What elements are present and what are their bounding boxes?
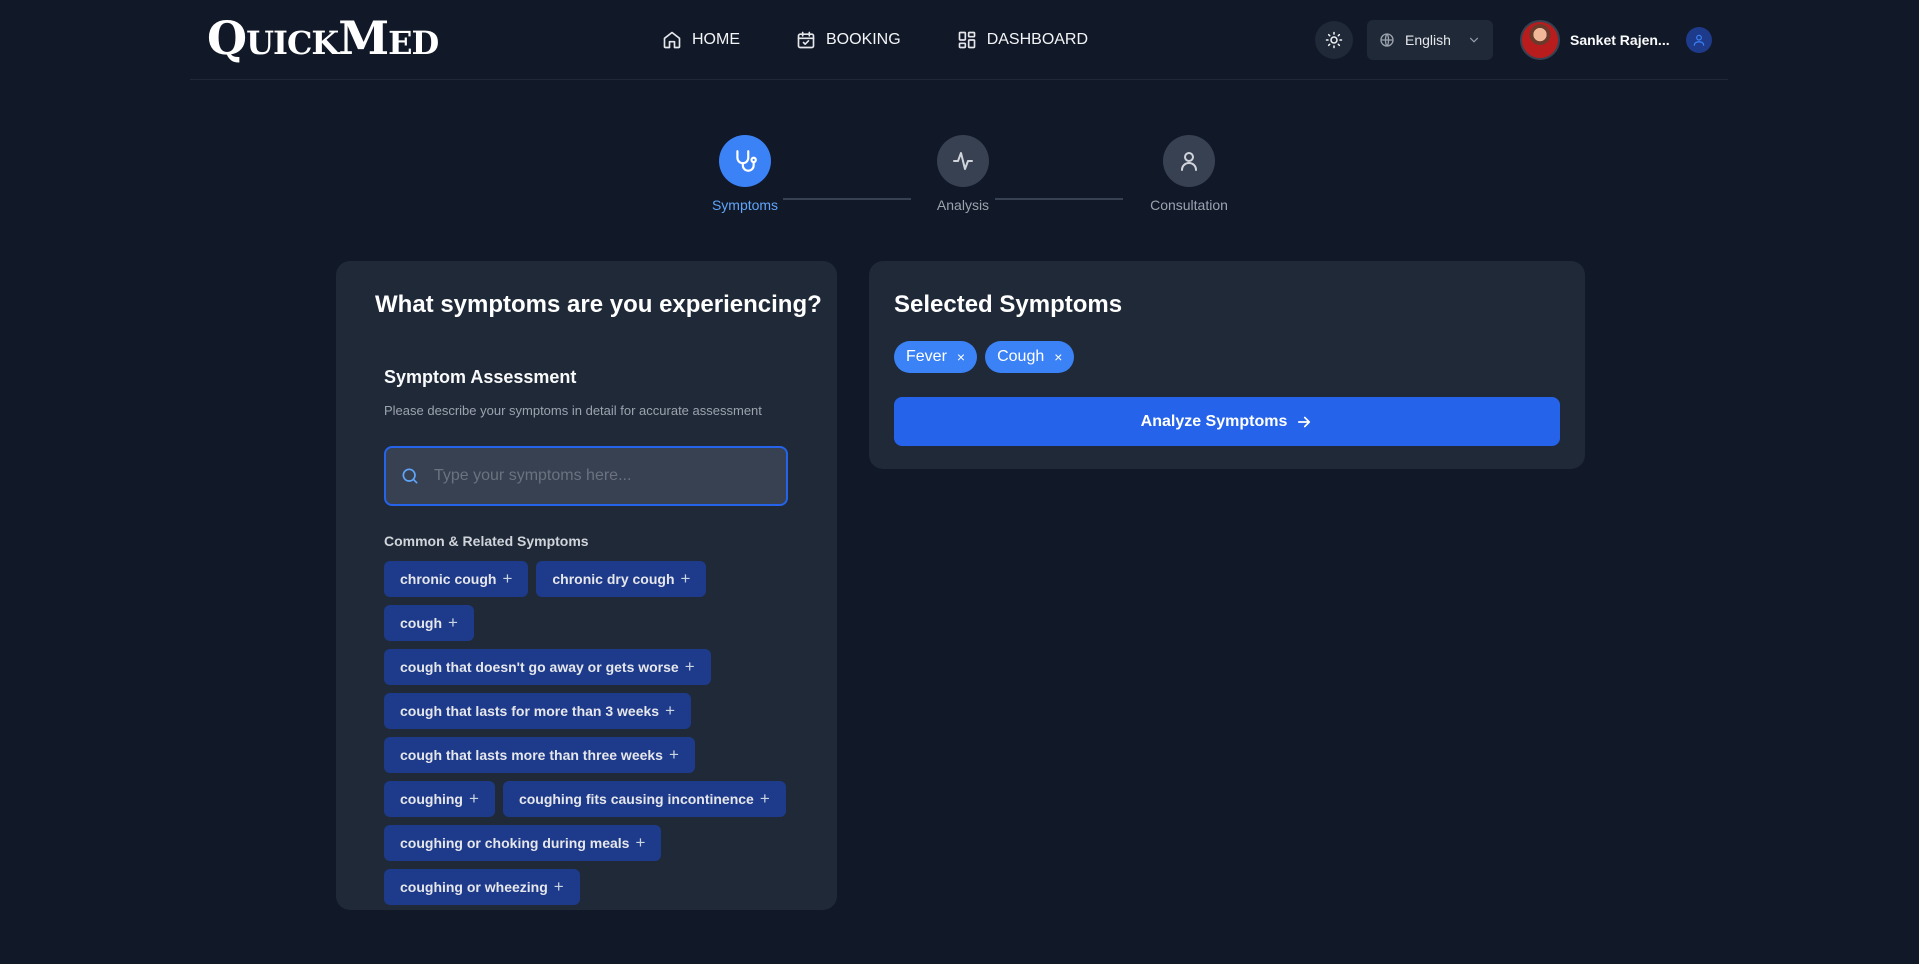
selected-symptoms-title: Selected Symptoms bbox=[894, 291, 1123, 318]
analyze-symptoms-button[interactable]: Analyze Symptoms bbox=[894, 397, 1560, 446]
plus-icon: + bbox=[684, 657, 695, 676]
step-symptoms-circle bbox=[719, 135, 771, 187]
symptom-chip-label: coughing bbox=[400, 791, 463, 807]
plus-icon: + bbox=[680, 569, 691, 588]
sun-icon bbox=[1325, 31, 1343, 49]
home-icon bbox=[663, 31, 681, 49]
theme-toggle-button[interactable] bbox=[1315, 21, 1353, 59]
globe-icon bbox=[1380, 33, 1394, 47]
analyze-button-label: Analyze Symptoms bbox=[1140, 412, 1288, 430]
symptom-chip[interactable]: cough that doesn't go away or gets worse… bbox=[384, 649, 711, 685]
selected-symptoms-card: Selected Symptoms Fever × Cough × Analyz… bbox=[869, 261, 1585, 469]
logo[interactable]: QuickMed bbox=[207, 12, 439, 64]
symptom-chip[interactable]: cough that lasts for more than 3 weeks + bbox=[384, 693, 691, 729]
symptom-chip-label: cough that doesn't go away or gets worse bbox=[400, 659, 679, 675]
nav-links: HOME BOOKING DASHBOARD bbox=[662, 26, 1088, 54]
activity-icon bbox=[953, 152, 973, 170]
symptom-chip-label: cough that lasts for more than 3 weeks bbox=[400, 703, 660, 719]
symptom-chip-label: coughing fits causing incontinence bbox=[518, 791, 754, 807]
navbar: QuickMed HOME BOOKING DASHBOARD English … bbox=[190, 0, 1728, 80]
selected-symptoms-list: Fever × Cough × bbox=[894, 341, 1075, 373]
step-connector bbox=[995, 198, 1123, 200]
remove-symptom-button[interactable]: × bbox=[1054, 349, 1062, 365]
assessment-title: Symptom Assessment bbox=[384, 367, 577, 387]
symptom-chip[interactable]: coughing or wheezing + bbox=[384, 869, 580, 905]
avatar[interactable] bbox=[1520, 20, 1560, 60]
symptom-chip-label: chronic dry cough bbox=[552, 571, 675, 587]
plus-icon: + bbox=[553, 877, 564, 896]
nav-home-label: HOME bbox=[692, 31, 740, 48]
related-symptoms-title: Common & Related Symptoms bbox=[384, 533, 589, 549]
nav-dashboard-label: DASHBOARD bbox=[986, 31, 1089, 48]
symptom-chip-label: cough bbox=[400, 615, 442, 631]
symptom-chip-label: chronic cough bbox=[400, 571, 497, 587]
assessment-subtitle: Please describe your symptoms in detail … bbox=[384, 403, 762, 418]
plus-icon: + bbox=[502, 569, 513, 588]
chevron-down-icon bbox=[1469, 37, 1479, 43]
symptom-chip-label: coughing or wheezing bbox=[400, 879, 548, 895]
symptom-search-box[interactable] bbox=[384, 446, 788, 506]
plus-icon: + bbox=[668, 745, 679, 764]
symptom-search-input[interactable] bbox=[434, 467, 774, 485]
user-icon bbox=[1181, 152, 1197, 171]
plus-icon: + bbox=[469, 789, 479, 808]
remove-symptom-button[interactable]: × bbox=[957, 349, 965, 365]
plus-icon: + bbox=[448, 613, 458, 632]
symptom-chip-label: cough that lasts more than three weeks bbox=[400, 747, 663, 763]
symptom-input-card: What symptoms are you experiencing? Symp… bbox=[336, 261, 837, 910]
step-analysis-circle bbox=[937, 135, 989, 187]
nav-home[interactable]: HOME bbox=[662, 26, 740, 54]
profile-button[interactable] bbox=[1686, 27, 1712, 53]
user-icon bbox=[1693, 34, 1705, 46]
step-consultation-label: Consultation bbox=[1150, 197, 1228, 213]
symptom-chip[interactable]: coughing fits causing incontinence + bbox=[502, 781, 786, 817]
symptom-chip[interactable]: coughing + bbox=[384, 781, 495, 817]
language-select[interactable]: English bbox=[1367, 20, 1493, 60]
step-connector bbox=[783, 198, 911, 200]
step-consultation: Consultation bbox=[1134, 135, 1244, 214]
nav-booking-label: BOOKING bbox=[826, 31, 901, 48]
plus-icon: + bbox=[759, 789, 770, 808]
user-name: Sanket Rajen... bbox=[1570, 32, 1670, 48]
arrow-right-icon bbox=[1298, 416, 1311, 427]
symptom-chip[interactable]: coughing or choking during meals + bbox=[384, 825, 662, 861]
symptom-chip[interactable]: cough + bbox=[384, 605, 474, 641]
progress-stepper: Symptoms Analysis Consultation bbox=[690, 135, 1240, 215]
symptom-chip[interactable]: chronic cough + bbox=[384, 561, 529, 597]
page-title: What symptoms are you experiencing? bbox=[375, 291, 822, 318]
nav-booking[interactable]: BOOKING bbox=[796, 26, 901, 54]
selected-symptom-tag: Cough × bbox=[985, 341, 1075, 373]
stethoscope-icon bbox=[736, 150, 757, 172]
step-symptoms: Symptoms bbox=[690, 135, 800, 214]
related-symptoms-list: chronic cough + chronic dry cough + cough +… bbox=[384, 561, 794, 905]
selected-symptom-tag: Fever × bbox=[894, 341, 978, 373]
user-menu[interactable]: Sanket Rajen... bbox=[1520, 20, 1712, 60]
language-label: English bbox=[1405, 32, 1451, 48]
symptom-chip-label: coughing or choking during meals bbox=[400, 835, 630, 851]
step-consultation-circle bbox=[1163, 135, 1215, 187]
plus-icon: + bbox=[635, 833, 646, 852]
step-analysis: Analysis bbox=[908, 135, 1018, 214]
symptom-chip[interactable]: chronic dry cough + bbox=[536, 561, 707, 597]
selected-symptom-label: Fever bbox=[906, 348, 947, 365]
search-icon bbox=[402, 468, 418, 484]
calendar-icon bbox=[797, 31, 815, 49]
dashboard-icon bbox=[958, 31, 976, 49]
nav-dashboard[interactable]: DASHBOARD bbox=[957, 26, 1088, 54]
selected-symptom-label: Cough bbox=[997, 348, 1045, 365]
plus-icon: + bbox=[665, 701, 675, 720]
symptom-chip[interactable]: cough that lasts more than three weeks + bbox=[384, 737, 695, 773]
